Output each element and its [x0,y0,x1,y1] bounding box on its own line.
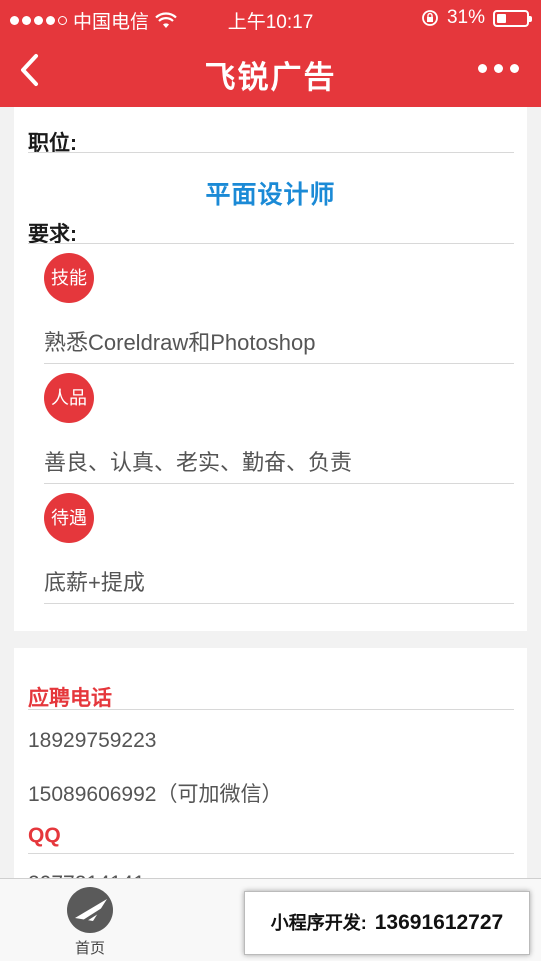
battery-percent: 31% [446,7,485,28]
requirement-benefits-text: 底薪+提成 [44,570,145,595]
phone-label: 应聘电话 [28,687,112,710]
divider [28,853,514,854]
divider [28,152,514,153]
promo-number: 13691612727 [374,911,504,934]
home-logo-icon [67,887,113,933]
status-right: 31% [421,7,532,29]
divider [44,603,514,604]
top-header: 中国电信 上午10:17 31% 飞锐广告 [0,0,541,107]
divider [28,243,514,244]
badge-character: 人品 [44,373,94,423]
promo-banner[interactable]: 小程序开发: 13691612727 [244,891,530,955]
requirement-character-text: 善良、认真、老实、勤奋、负责 [44,450,353,475]
divider [28,709,514,710]
tab-home[interactable]: 首页 [40,885,140,957]
job-card: 职位: 平面设计师 要求: 技能 熟悉Coreldraw和Photoshop 人… [14,107,527,631]
nav-bar: 飞锐广告 [0,36,541,107]
position-value: 平面设计师 [205,181,336,209]
contact-card: 应聘电话 18929759223 15089606992（可加微信） QQ 20… [14,648,527,895]
rotation-lock-icon [422,10,438,26]
badge-benefits: 待遇 [44,493,94,543]
badge-skill: 技能 [44,253,94,303]
phone-number-1[interactable]: 18929759223 [28,729,156,753]
divider [44,363,514,364]
qq-label: QQ [28,824,61,847]
more-dots-icon[interactable] [478,64,519,73]
page-title: 飞锐广告 [204,60,337,95]
tab-home-label: 首页 [74,940,105,957]
battery-icon [493,9,532,27]
requirement-skill-text: 熟悉Coreldraw和Photoshop [44,330,316,355]
status-bar: 中国电信 上午10:17 31% [0,0,541,36]
phone-number-2[interactable]: 15089606992（可加微信） [28,778,282,808]
divider [44,483,514,484]
promo-label: 小程序开发: [270,913,367,933]
